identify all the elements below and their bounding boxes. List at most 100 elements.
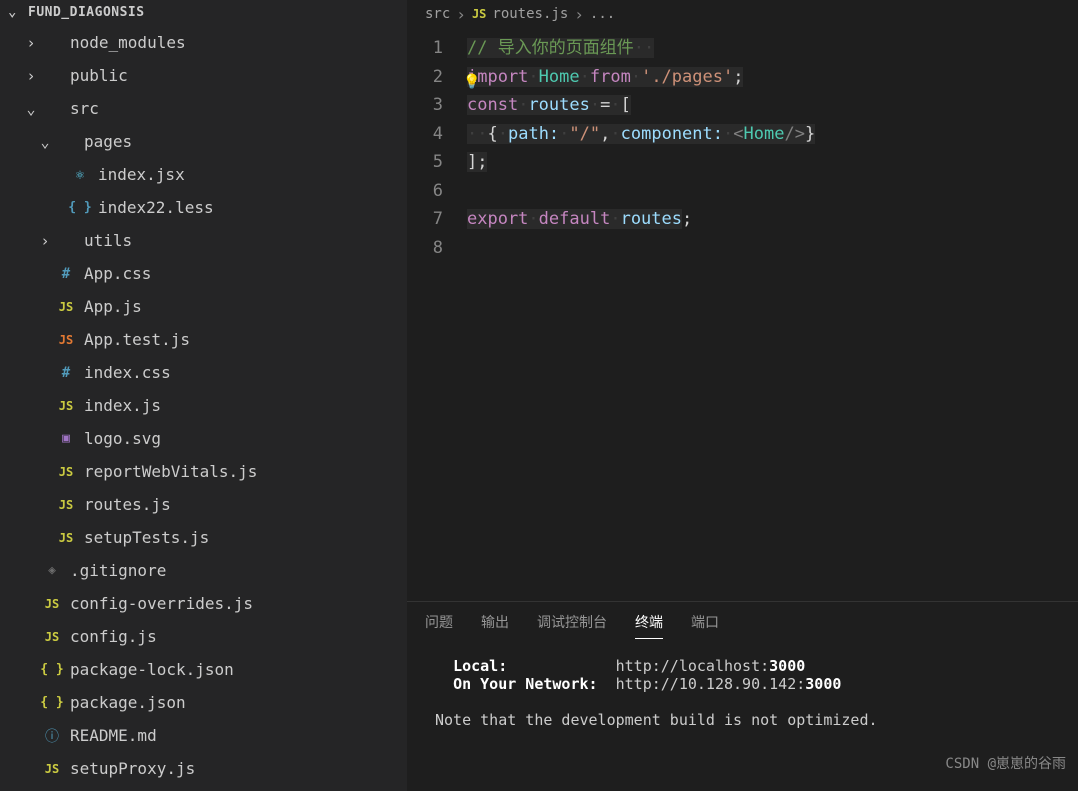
code-text: path:	[508, 124, 559, 144]
term-text: On Your Network:	[453, 675, 598, 693]
code-text: ,	[600, 124, 610, 144]
line-number: 7	[407, 205, 443, 234]
file-icon: JS	[40, 630, 64, 644]
tree-item[interactable]: › public	[0, 59, 407, 92]
terminal-panel: 问题 输出 调试控制台 终端 端口 Local: http://localhost:30…	[407, 601, 1078, 791]
code-text: export	[467, 209, 528, 229]
code-text: component:	[621, 124, 723, 144]
chevron-icon: ⌄	[36, 133, 54, 151]
tree-item-label: config-overrides.js	[70, 594, 253, 613]
tree-item[interactable]: ›utils	[0, 224, 407, 257]
terminal-tab[interactable]: 调试控制台	[537, 612, 607, 639]
file-icon: ⓘ	[40, 726, 64, 746]
tree-item-label: setupProxy.js	[70, 759, 195, 778]
tree-item[interactable]: #index.css	[0, 356, 407, 389]
tree-item-label: node_modules	[70, 33, 186, 52]
code-text: // 导入你的页面组件	[467, 38, 634, 58]
tree-item-label: App.js	[84, 297, 142, 316]
file-icon: JS	[54, 465, 78, 479]
breadcrumb-seg[interactable]: src	[425, 6, 450, 22]
tree-item[interactable]: JS config.js	[0, 620, 407, 653]
code-text: "/"	[569, 124, 600, 144]
term-text: 3000	[769, 657, 805, 675]
tree-item[interactable]: JS reportWebVitals.js	[0, 455, 407, 488]
tree-item[interactable]: ⌄src	[0, 92, 407, 125]
tree-item[interactable]: JS setupProxy.js	[0, 752, 407, 785]
tree-item-label: index.jsx	[98, 165, 185, 184]
code-text: routes	[621, 209, 682, 229]
code-text: ;	[733, 67, 743, 87]
tree-item[interactable]: JS config-overrides.js	[0, 587, 407, 620]
chevron-icon: ›	[36, 232, 54, 250]
code-text: ];	[467, 152, 487, 172]
file-icon: JS	[54, 333, 78, 347]
tree-item[interactable]: JS index.js	[0, 389, 407, 422]
tree-item-label: setupTests.js	[84, 528, 209, 547]
terminal-tab[interactable]: 端口	[691, 612, 719, 639]
code-text: './pages'	[641, 67, 733, 87]
tree-item[interactable]: JSApp.js	[0, 290, 407, 323]
tree-item[interactable]: JS setupTests.js	[0, 521, 407, 554]
chevron-right-icon: ›	[456, 5, 466, 24]
tree-item-label: config.js	[70, 627, 157, 646]
breadcrumb-seg[interactable]: ...	[590, 6, 615, 22]
line-number: 1	[407, 34, 443, 63]
code-editor[interactable]: 12345678 // 导入你的页面组件·· 💡import·Home·from…	[407, 28, 1078, 601]
code-text: from	[590, 67, 631, 87]
tree-item[interactable]: ⚛ index.jsx	[0, 158, 407, 191]
code-content[interactable]: // 导入你的页面组件·· 💡import·Home·from·'./pages…	[467, 34, 1078, 601]
line-number: 2	[407, 63, 443, 92]
terminal-tab[interactable]: 问题	[425, 612, 453, 639]
file-icon: JS	[54, 498, 78, 512]
chevron-icon: ›	[22, 67, 40, 85]
file-icon: JS	[54, 399, 78, 413]
tree-item-label: index.js	[84, 396, 161, 415]
chevron-down-icon: ⌄	[8, 4, 24, 20]
line-number: 4	[407, 120, 443, 149]
chevron-icon: ⌄	[22, 100, 40, 118]
tree-item-label: reportWebVitals.js	[84, 462, 257, 481]
chevron-right-icon: ›	[574, 5, 584, 24]
tree-item[interactable]: #App.css	[0, 257, 407, 290]
code-text: const	[467, 95, 518, 115]
terminal-tab[interactable]: 输出	[481, 612, 509, 639]
file-icon: JS	[54, 531, 78, 545]
tree-item[interactable]: JS routes.js	[0, 488, 407, 521]
tree-item-label: routes.js	[84, 495, 171, 514]
terminal-tab[interactable]: 终端	[635, 612, 663, 639]
explorer-header[interactable]: ⌄ FUND_DIAGONSIS	[0, 0, 407, 24]
tree-item-label: public	[70, 66, 128, 85]
tree-item-label: README.md	[70, 726, 157, 745]
file-icon: JS	[40, 762, 64, 776]
tree-item[interactable]: JSApp.test.js	[0, 323, 407, 356]
file-icon: #	[54, 266, 78, 282]
terminal-output[interactable]: Local: http://localhost:3000 On Your Net…	[407, 639, 1078, 791]
code-text: Home	[539, 67, 580, 87]
tree-item[interactable]: ⌄pages	[0, 125, 407, 158]
term-text: Local:	[453, 657, 507, 675]
project-root-label: FUND_DIAGONSIS	[28, 5, 145, 20]
tree-item[interactable]: ⓘ README.md	[0, 719, 407, 752]
tree-item[interactable]: { } index22.less	[0, 191, 407, 224]
tree-item-label: index22.less	[98, 198, 214, 217]
breadcrumb[interactable]: src › JS routes.js › ...	[407, 0, 1078, 28]
tree-item[interactable]: ◈.gitignore	[0, 554, 407, 587]
file-icon: ⚛	[68, 167, 92, 183]
code-text: [	[621, 95, 631, 115]
tree-item[interactable]: › node_modules	[0, 26, 407, 59]
file-icon: JS	[40, 597, 64, 611]
breadcrumb-seg[interactable]: routes.js	[492, 6, 568, 22]
code-text: Home	[744, 124, 785, 144]
file-icon: #	[54, 365, 78, 381]
tree-item-label: package-lock.json	[70, 660, 234, 679]
tree-item[interactable]: { }package-lock.json	[0, 653, 407, 686]
code-text: {	[487, 124, 497, 144]
chevron-icon: ›	[22, 34, 40, 52]
file-icon: { }	[68, 200, 92, 215]
terminal-tabs: 问题 输出 调试控制台 终端 端口	[407, 602, 1078, 639]
tree-item[interactable]: ▣logo.svg	[0, 422, 407, 455]
code-text: <	[733, 124, 743, 144]
tree-item[interactable]: { }package.json	[0, 686, 407, 719]
term-text: http://localhost:	[616, 657, 770, 675]
tree-item-label: logo.svg	[84, 429, 161, 448]
